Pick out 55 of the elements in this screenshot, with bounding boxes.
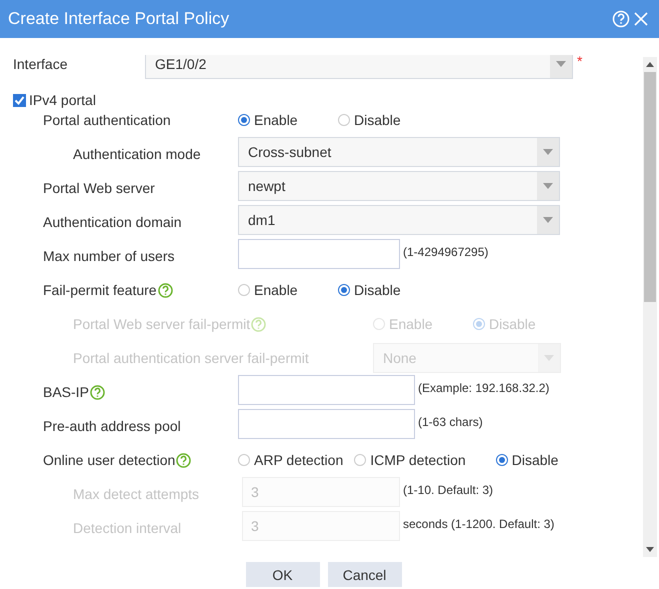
help-icon[interactable]: [158, 282, 173, 298]
checkbox-label: IPv4 portal: [29, 92, 96, 108]
field-label: Online user detection: [43, 451, 176, 469]
field-label: BAS-IP: [43, 383, 89, 401]
radio-label: Enable: [389, 316, 433, 332]
help-icon[interactable]: [176, 452, 192, 468]
radio-button[interactable]: [238, 454, 250, 466]
scroll-down-arrow-icon[interactable]: [646, 547, 654, 552]
hint-text: (1-10. Default: 3): [403, 483, 494, 497]
dialog-button[interactable]: Cancel: [328, 562, 402, 587]
field-label: Max number of users: [43, 247, 174, 265]
input-field[interactable]: [238, 409, 415, 439]
radio-button[interactable]: [338, 114, 350, 126]
window-title: Create Interface Portal Policy: [8, 9, 230, 29]
field-label: Fail-permit feature: [43, 281, 157, 299]
close-icon[interactable]: [633, 11, 649, 27]
field-label: Portal authentication server fail-permit: [73, 349, 309, 367]
radio-label: Enable: [254, 112, 298, 128]
field-label: Portal Web server fail-permit: [73, 315, 250, 333]
hint-text: (1-63 chars): [418, 415, 483, 429]
field-label: Portal Web server: [43, 179, 155, 197]
radio-button[interactable]: [354, 454, 366, 466]
radio-label: Disable: [354, 112, 401, 128]
radio-label: Disable: [489, 316, 536, 332]
dialog-button[interactable]: OK: [246, 562, 320, 587]
radio-label: Disable: [354, 282, 401, 298]
radio-button[interactable]: [496, 454, 508, 466]
hint-text: (Example: 192.168.32.2): [418, 381, 550, 395]
field-label: Portal authentication: [43, 111, 171, 129]
field-label: Interface: [13, 55, 68, 73]
dropdown[interactable]: Cross-subnet: [238, 137, 560, 167]
scroll-up-arrow-icon[interactable]: [646, 62, 654, 67]
hint-text: (1-4294967295): [403, 245, 488, 259]
hint-text: seconds (1-1200. Default: 3): [403, 517, 554, 531]
field-label: Max detect attempts: [73, 485, 200, 503]
radio-label: ICMP detection: [370, 452, 466, 468]
radio-label: Enable: [254, 282, 298, 298]
field-label: Detection interval: [73, 519, 182, 537]
input-field[interactable]: [238, 375, 415, 405]
field-label: Authentication mode: [73, 145, 201, 163]
checkbox[interactable]: [13, 94, 26, 106]
radio-button[interactable]: [238, 284, 250, 296]
scrollbar[interactable]: [643, 57, 657, 557]
required-mark: *: [576, 55, 584, 71]
radio-button[interactable]: [338, 284, 350, 296]
radio-label: ARP detection: [254, 452, 344, 468]
dropdown[interactable]: GE1/0/2: [145, 55, 573, 79]
radio-button[interactable]: [238, 114, 250, 126]
dropdown[interactable]: newpt: [238, 171, 560, 201]
help-icon[interactable]: [90, 384, 105, 400]
dropdown[interactable]: dm1: [238, 205, 560, 235]
radio-label: Disable: [512, 452, 558, 468]
field-label: Pre-auth address pool: [43, 417, 181, 435]
field-label: Authentication domain: [43, 213, 182, 231]
input-field[interactable]: [238, 239, 400, 269]
